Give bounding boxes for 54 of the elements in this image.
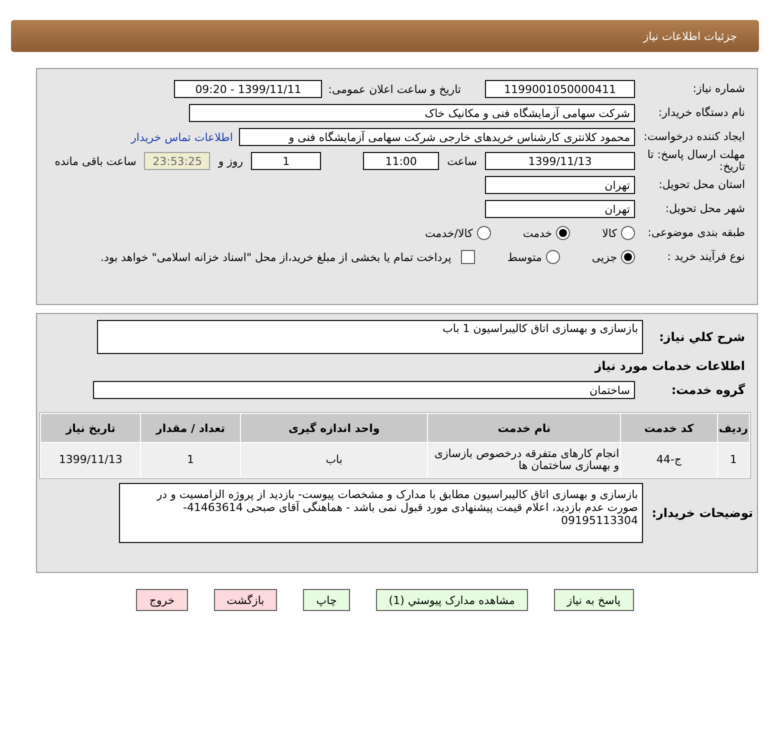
table-cell: 1399/11/13 <box>41 443 140 477</box>
remaining-label: ساعت باقی مانده <box>54 154 136 168</box>
process-radio[interactable]: متوسط <box>507 250 560 264</box>
table-cell: 1 <box>141 443 240 477</box>
buyer-notes-field: بازسازی و بهسازی اتاق کالیبراسیون مطابق با مدارک و مشخصات پیوست- بازدید از پروژه الزامسیت و در صورت عدم بازدید، اعلام قیمت پیشنهادی مورد قبول نمی باشد - هماهنگی آقای صبحی 41463614-09195113304 <box>119 483 643 543</box>
column-header: کد خدمت <box>621 414 717 442</box>
page-title: جزئیات اطلاعات نیاز <box>643 30 737 42</box>
field-label: نام دستگاه خریدار: <box>657 107 745 119</box>
field-label: مهلت ارسال پاسخ: تا تاریخ: <box>646 149 745 173</box>
field-label: نوع فرآیند خرید : <box>666 251 745 263</box>
announce-date-field: 1399/11/11 - 09:20 <box>174 80 322 98</box>
province-field: تهران <box>485 176 635 194</box>
field-label: گروه خدمت: <box>670 384 745 396</box>
section-heading: اطلاعات خدمات مورد نیاز <box>594 360 745 372</box>
process-radio[interactable]: جزیی <box>592 250 635 264</box>
action-button[interactable]: پاسخ به نیاز <box>554 589 634 611</box>
action-button[interactable]: خروج <box>136 589 188 611</box>
days-label: روز و <box>218 154 244 168</box>
time-label: ساعت <box>447 154 477 168</box>
action-button[interactable]: چاپ <box>303 589 350 611</box>
category-radio[interactable]: کالا/خدمت <box>425 226 491 240</box>
action-button[interactable]: بازگشت <box>214 589 278 611</box>
summary-field: بازسازی و بهسازی اتاق کالیبراسیون 1 باب <box>97 320 643 354</box>
city-field: تهران <box>485 200 635 218</box>
buyer-contact-link[interactable]: اطلاعات تماس خریدار <box>131 130 233 144</box>
column-header: واحد اندازه گیری <box>240 414 428 442</box>
column-header: تعداد / مقدار <box>141 414 240 442</box>
column-header: تاریخ نیاز <box>41 414 140 442</box>
field-label: شماره نیاز: <box>692 83 745 95</box>
buyer-org-field: شرکت سهامی آزمایشگاه فنی و مکانیک خاک <box>189 104 635 122</box>
need-number-field: 1199001050000411 <box>485 80 635 98</box>
field-label: استان محل تحویل: <box>658 179 745 191</box>
column-header: ردیف <box>718 414 749 442</box>
column-header: نام خدمت <box>428 414 620 442</box>
deadline-date-field: 1399/11/13 <box>485 152 635 170</box>
service-group-field: ساختمان <box>93 381 635 399</box>
category-radio[interactable]: خدمت <box>522 226 570 240</box>
remaining-time-field: 23:53:25 <box>144 152 210 170</box>
field-label: شرح کلي نياز: <box>658 331 745 343</box>
category-radio[interactable]: کالا <box>602 226 635 240</box>
field-label: ایجاد کننده درخواست: <box>642 131 745 143</box>
table-cell: ج-44 <box>621 443 717 477</box>
field-label: شهر محل تحویل: <box>664 203 745 215</box>
field-label: توضیحات خریدار: <box>650 507 753 519</box>
days-field: 1 <box>251 152 322 170</box>
table-cell: 1 <box>718 443 749 477</box>
action-button[interactable]: مشاهده مدارک پیوستي (1) <box>376 589 528 611</box>
deadline-time-field: 11:00 <box>363 152 440 170</box>
requester-field: محمود کلانتری کارشناس خریدهای خارجی شرکت سهامی آزمایشگاه فنی و <box>239 128 635 146</box>
payment-checkbox[interactable]: پرداخت تمام یا بخشی از مبلغ خرید،از محل "اسناد خزانه اسلامی" خواهد بود. <box>100 250 476 264</box>
field-label: تاریخ و ساعت اعلان عمومی: <box>328 82 461 96</box>
field-label: طبقه بندی موضوعی: <box>646 227 745 239</box>
table-cell: انجام کارهای متفرقه درخصوص بازسازی و بهسازی ساختمان ها <box>428 443 620 477</box>
table-cell: باب <box>240 443 428 477</box>
